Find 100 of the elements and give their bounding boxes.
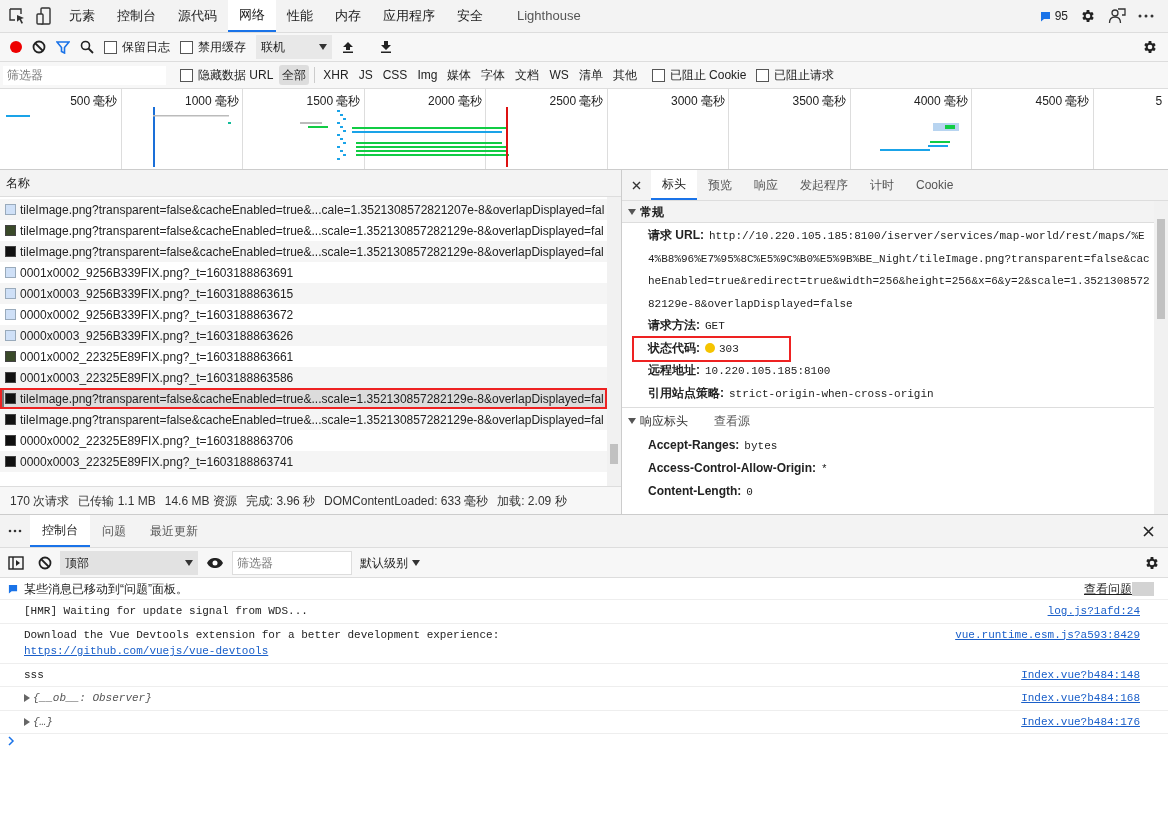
checkbox[interactable] [180, 68, 193, 82]
object-preview[interactable]: {__ob__: Observer} [33, 690, 152, 707]
settings-icon[interactable] [1144, 554, 1160, 571]
expand-icon[interactable] [24, 694, 30, 703]
object-preview[interactable]: {…} [33, 713, 53, 730]
context-dropdown[interactable]: 顶部 [60, 550, 198, 575]
section-title: 常规 [640, 203, 664, 221]
time-tick: 4000 毫秒 [913, 93, 968, 110]
settings-icon[interactable] [1142, 39, 1158, 55]
request-row[interactable]: tileImage.png?transparent=false&cacheEnabled=true&...scale=1.352130857282129e-8&overlapDisplayed=fal [0, 409, 607, 430]
checkbox[interactable] [756, 68, 770, 82]
request-name: tileImage.png?transparent=false&cacheEnabled=true&...scale=1.352130857282129e-8&overlapDisplayed=fal [20, 390, 604, 408]
request-row[interactable]: tileImage.png?transparent=false&cacheEnabled=true&...cale=1.3521308572821207e-8&overlapDisplayed=fal [0, 199, 607, 220]
field-row: 远程地址: 10.220.105.185:8100 [648, 363, 831, 377]
type-filter[interactable]: 字体 [478, 65, 509, 85]
filter-field[interactable]: 筛选器 [232, 550, 352, 575]
settings-icon[interactable] [1080, 8, 1096, 24]
panel-tab[interactable]: 元素 [58, 0, 106, 32]
panel-tab[interactable]: 控制台 [106, 0, 167, 32]
checkbox[interactable] [651, 68, 665, 82]
panel-tab[interactable]: 安全 [446, 0, 494, 32]
request-row[interactable]: tileImage.png?transparent=false&cacheEnabled=true&...scale=1.352130857282129e-8&overlapDisplayed=fal [0, 388, 607, 409]
section-header[interactable]: 响应标头 查看源 [622, 408, 1154, 434]
thumbnail-icon [5, 435, 16, 446]
detail-tab[interactable]: Cookie [905, 170, 965, 200]
panel-tab[interactable]: Lighthouse [506, 0, 592, 32]
detail-tab[interactable]: 响应 [743, 170, 789, 200]
request-row[interactable]: 0000x0003_22325E89FIX.png?_t=1603188863741 [0, 451, 607, 472]
panel-tab[interactable]: 内存 [324, 0, 372, 32]
column-header[interactable]: 名称 [6, 174, 30, 192]
type-filter[interactable]: Img [414, 65, 441, 85]
type-filter[interactable]: 文档 [512, 65, 543, 85]
detail-tab[interactable]: 发起程序 [789, 170, 859, 200]
search-icon[interactable] [80, 40, 94, 54]
request-row[interactable]: 0000x0003_9256B339FIX.png?_t=1603188863626 [0, 325, 607, 346]
view-source-link[interactable]: 查看源 [714, 412, 750, 430]
prompt-icon[interactable] [8, 736, 15, 746]
panel-tab[interactable]: 源代码 [167, 0, 228, 32]
scrollbar[interactable] [607, 197, 621, 486]
type-filter[interactable]: 全部 [279, 65, 310, 85]
request-name: 0000x0003_9256B339FIX.png?_t=1603188863626 [20, 327, 294, 345]
more-icon[interactable] [8, 529, 22, 533]
caret-icon [319, 44, 327, 50]
type-filter[interactable]: XHR [320, 65, 352, 85]
summary-text: 加载: 2.09 秒 [497, 492, 567, 510]
message-icon [8, 583, 18, 594]
type-filter[interactable]: JS [355, 65, 376, 85]
drawer-tab[interactable]: 问题 [90, 515, 138, 547]
filter-field[interactable]: 筛选器 [3, 65, 166, 85]
record-button[interactable] [10, 41, 22, 53]
level-dropdown[interactable]: 默认级别 [360, 553, 420, 572]
clear-icon[interactable] [32, 40, 46, 54]
detail-tab[interactable]: 标头 [651, 170, 697, 200]
device-icon[interactable] [36, 7, 52, 25]
source-link[interactable]: Index.vue?b484:148 [1021, 666, 1140, 683]
source-link[interactable]: Index.vue?b484:176 [1021, 713, 1140, 730]
type-filter[interactable]: 媒体 [444, 65, 475, 85]
clear-icon[interactable] [38, 555, 52, 570]
section-header[interactable]: 常规 [622, 201, 1154, 223]
link[interactable]: https://github.com/vuejs/vue-devtools [24, 643, 956, 660]
detail-tab[interactable]: 计时 [859, 170, 905, 200]
drawer-tab[interactable]: 控制台 [30, 515, 90, 547]
request-row[interactable]: 0001x0003_22325E89FIX.png?_t=1603188863586 [0, 367, 607, 388]
drawer-tab[interactable]: 最近更新 [138, 515, 210, 547]
upload-icon[interactable] [342, 41, 354, 53]
thumbnail-icon [5, 246, 16, 257]
source-link[interactable]: vue.runtime.esm.js?a593:8429 [955, 626, 1140, 643]
scrollbar[interactable] [1154, 201, 1168, 514]
sidebar-icon[interactable] [8, 555, 24, 570]
feedback-icon[interactable] [1108, 7, 1126, 25]
type-filter[interactable]: CSS [379, 65, 411, 85]
filter-icon[interactable] [56, 40, 70, 54]
view-issues-button[interactable]: 查看问题 [1084, 581, 1154, 596]
more-icon[interactable] [1138, 14, 1154, 18]
checkbox[interactable] [180, 40, 193, 54]
summary-text: 14.6 MB 资源 [164, 492, 237, 510]
inspect-icon[interactable] [8, 7, 26, 25]
time-tick: 2500 毫秒 [549, 93, 604, 110]
eye-icon[interactable] [206, 556, 224, 569]
request-row[interactable]: 0001x0003_9256B339FIX.png?_t=1603188863615 [0, 283, 607, 304]
panel-tab[interactable]: 网络 [228, 0, 276, 32]
close-icon[interactable] [632, 180, 641, 190]
throttle-dropdown[interactable]: 联机 [256, 35, 332, 59]
panel-tab[interactable]: 应用程序 [372, 0, 446, 32]
panel-tab[interactable]: 性能 [276, 0, 324, 32]
field-row: 请求方法: GET [648, 318, 725, 332]
checkbox[interactable] [104, 40, 117, 54]
source-link[interactable]: Index.vue?b484:168 [1021, 690, 1140, 707]
download-icon[interactable] [380, 41, 392, 53]
type-filter[interactable]: 其他 [609, 65, 640, 85]
detail-tab[interactable]: 预览 [697, 170, 743, 200]
source-link[interactable]: log.js?1afd:24 [1047, 603, 1140, 620]
thumbnail-icon [5, 267, 16, 278]
thumbnail-icon [5, 456, 16, 467]
close-icon[interactable] [1143, 525, 1154, 537]
expand-icon[interactable] [24, 717, 30, 726]
type-filter[interactable]: 清单 [575, 65, 606, 85]
issues-counter[interactable]: 95 [1039, 7, 1068, 25]
request-row[interactable]: tileImage.png?transparent=false&cacheEnabled=true&...scale=1.352130857282129e-8&overlapDisplayed=fal [0, 241, 607, 262]
type-filter[interactable]: WS [546, 65, 572, 85]
